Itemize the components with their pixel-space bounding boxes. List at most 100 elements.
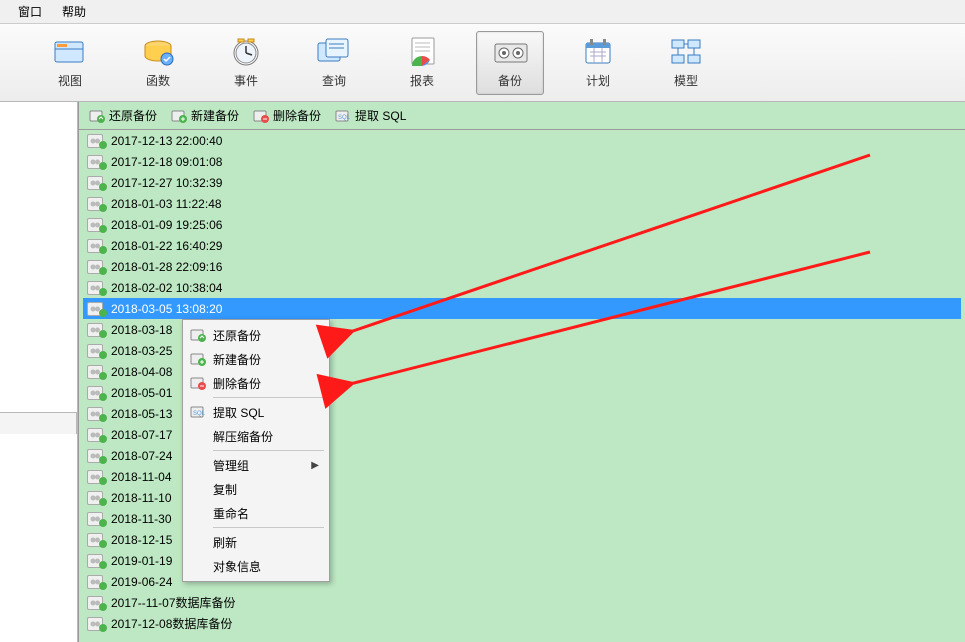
ctx-refresh[interactable]: 刷新 — [185, 530, 327, 554]
action-new-backup[interactable]: 新建备份 — [171, 107, 239, 124]
backup-item-label: 2017-12-27 10:32:39 — [111, 176, 222, 190]
blank-icon — [189, 457, 207, 473]
delete-backup-icon — [253, 108, 269, 124]
query-icon — [316, 36, 352, 68]
backup-badge-icon — [99, 519, 107, 527]
backup-item-label: 2018-11-10 — [111, 491, 172, 505]
ctx-copy[interactable]: 复制 — [185, 477, 327, 501]
report-icon — [404, 36, 440, 68]
sidebar-tab[interactable] — [0, 412, 77, 434]
toolbar-model-button[interactable]: 模型 — [652, 31, 720, 95]
backup-list-item[interactable]: 2018-01-09 19:25:06 — [83, 214, 961, 235]
backup-badge-icon — [99, 351, 107, 359]
backup-item-label: 2017-12-18 09:01:08 — [111, 155, 222, 169]
action-restore-label: 还原备份 — [109, 107, 157, 124]
toolbar-report-button[interactable]: 报表 — [388, 31, 456, 95]
svg-text:SQL: SQL — [193, 411, 206, 417]
view-icon — [52, 36, 88, 68]
backup-badge-icon — [99, 204, 107, 212]
ctx-object-info[interactable]: 对象信息 — [185, 554, 327, 578]
ctx-separator — [213, 397, 324, 398]
ctx-decompress-backup[interactable]: 解压缩备份 — [185, 424, 327, 448]
backup-badge-icon — [99, 330, 107, 338]
content-area: 还原备份 新建备份 删除备份 SQL 提取 SQL — [0, 102, 965, 642]
backup-badge-icon — [99, 603, 107, 611]
extract-sql-icon: SQL — [335, 108, 351, 124]
backup-badge-icon — [99, 141, 107, 149]
backup-badge-icon — [99, 183, 107, 191]
delete-backup-icon — [189, 375, 207, 391]
action-restore-backup[interactable]: 还原备份 — [89, 107, 157, 124]
ctx-delete-backup[interactable]: 删除备份 — [185, 371, 327, 395]
backup-item-label: 2019-06-24 — [111, 575, 172, 589]
backup-list-item[interactable]: 2018-01-03 11:22:48 — [83, 193, 961, 214]
toolbar-backup-button[interactable]: 备份 — [476, 31, 544, 95]
event-icon — [228, 36, 264, 68]
backup-item-label: 2018-03-05 13:08:20 — [111, 302, 222, 316]
ctx-separator — [213, 450, 324, 451]
toolbar-function-button[interactable]: 函数 — [124, 31, 192, 95]
toolbar-event-button[interactable]: 事件 — [212, 31, 280, 95]
action-delete-backup[interactable]: 删除备份 — [253, 107, 321, 124]
main-panel: 还原备份 新建备份 删除备份 SQL 提取 SQL — [78, 102, 965, 642]
backup-list-item[interactable]: 2018-01-28 22:09:16 — [83, 256, 961, 277]
backup-badge-icon — [99, 267, 107, 275]
backup-badge-icon — [99, 582, 107, 590]
menu-window[interactable]: 窗口 — [8, 1, 52, 22]
backup-item-label: 2018-03-25 — [111, 344, 172, 358]
restore-icon — [189, 327, 207, 343]
ctx-manage-group[interactable]: 管理组 ▶ — [185, 453, 327, 477]
backup-item-label: 2018-01-22 16:40:29 — [111, 239, 222, 253]
toolbar-view-label: 视图 — [58, 72, 82, 89]
backup-item-label: 2018-11-30 — [111, 512, 172, 526]
ctx-rename[interactable]: 重命名 — [185, 501, 327, 525]
backup-badge-icon — [99, 246, 107, 254]
extract-sql-icon: SQL — [189, 404, 207, 420]
toolbar-view-button[interactable]: 视图 — [36, 31, 104, 95]
new-backup-icon — [171, 108, 187, 124]
blank-icon — [189, 428, 207, 444]
toolbar-event-label: 事件 — [234, 72, 258, 89]
function-icon — [140, 36, 176, 68]
ctx-rename-label: 重命名 — [213, 505, 249, 522]
action-extract-sql[interactable]: SQL 提取 SQL — [335, 107, 406, 124]
backup-list-item[interactable]: 2017-12-27 10:32:39 — [83, 172, 961, 193]
ctx-separator — [213, 527, 324, 528]
ctx-restore-backup[interactable]: 还原备份 — [185, 323, 327, 347]
backup-badge-icon — [99, 309, 107, 317]
toolbar-schedule-button[interactable]: 计划 — [564, 31, 632, 95]
blank-icon — [189, 558, 207, 574]
ctx-new-label: 新建备份 — [213, 351, 261, 368]
restore-icon — [89, 108, 105, 124]
context-menu: 还原备份 新建备份 删除备份 SQL 提取 SQL — [182, 319, 330, 582]
backup-badge-icon — [99, 540, 107, 548]
backup-list-item[interactable]: 2017-12-08数据库备份 — [83, 613, 961, 634]
ctx-extract-sql[interactable]: SQL 提取 SQL — [185, 400, 327, 424]
backup-list-item[interactable]: 2017--11-07数据库备份 — [83, 592, 961, 613]
ctx-new-backup[interactable]: 新建备份 — [185, 347, 327, 371]
backup-list-item[interactable]: 2018-02-02 10:38:04 — [83, 277, 961, 298]
sidebar — [0, 102, 78, 642]
action-new-label: 新建备份 — [191, 107, 239, 124]
toolbar-query-button[interactable]: 查询 — [300, 31, 368, 95]
backup-item-label: 2019-01-19 — [111, 554, 172, 568]
backup-badge-icon — [99, 372, 107, 380]
backup-item-label: 2018-02-02 10:38:04 — [111, 281, 222, 295]
ctx-restore-label: 还原备份 — [213, 327, 261, 344]
blank-icon — [189, 505, 207, 521]
submenu-arrow-icon: ▶ — [311, 460, 319, 471]
action-delete-label: 删除备份 — [273, 107, 321, 124]
backup-item-label: 2017-12-13 22:00:40 — [111, 134, 222, 148]
backup-list-item[interactable]: 2017-12-18 09:01:08 — [83, 151, 961, 172]
action-extract-label: 提取 SQL — [355, 107, 406, 124]
backup-list-item[interactable]: 2018-01-22 16:40:29 — [83, 235, 961, 256]
ctx-manage-group-label: 管理组 — [213, 457, 249, 474]
menu-help[interactable]: 帮助 — [52, 1, 96, 22]
backup-list-item[interactable]: 2018-03-05 13:08:20 — [83, 298, 961, 319]
ctx-copy-label: 复制 — [213, 481, 237, 498]
toolbar: 视图 函数 事件 查询 报表 备份 计划 — [0, 24, 965, 102]
action-bar: 还原备份 新建备份 删除备份 SQL 提取 SQL — [79, 102, 965, 130]
backup-list-item[interactable]: 2017-12-13 22:00:40 — [83, 130, 961, 151]
backup-badge-icon — [99, 414, 107, 422]
backup-item-label: 2018-03-18 — [111, 323, 172, 337]
